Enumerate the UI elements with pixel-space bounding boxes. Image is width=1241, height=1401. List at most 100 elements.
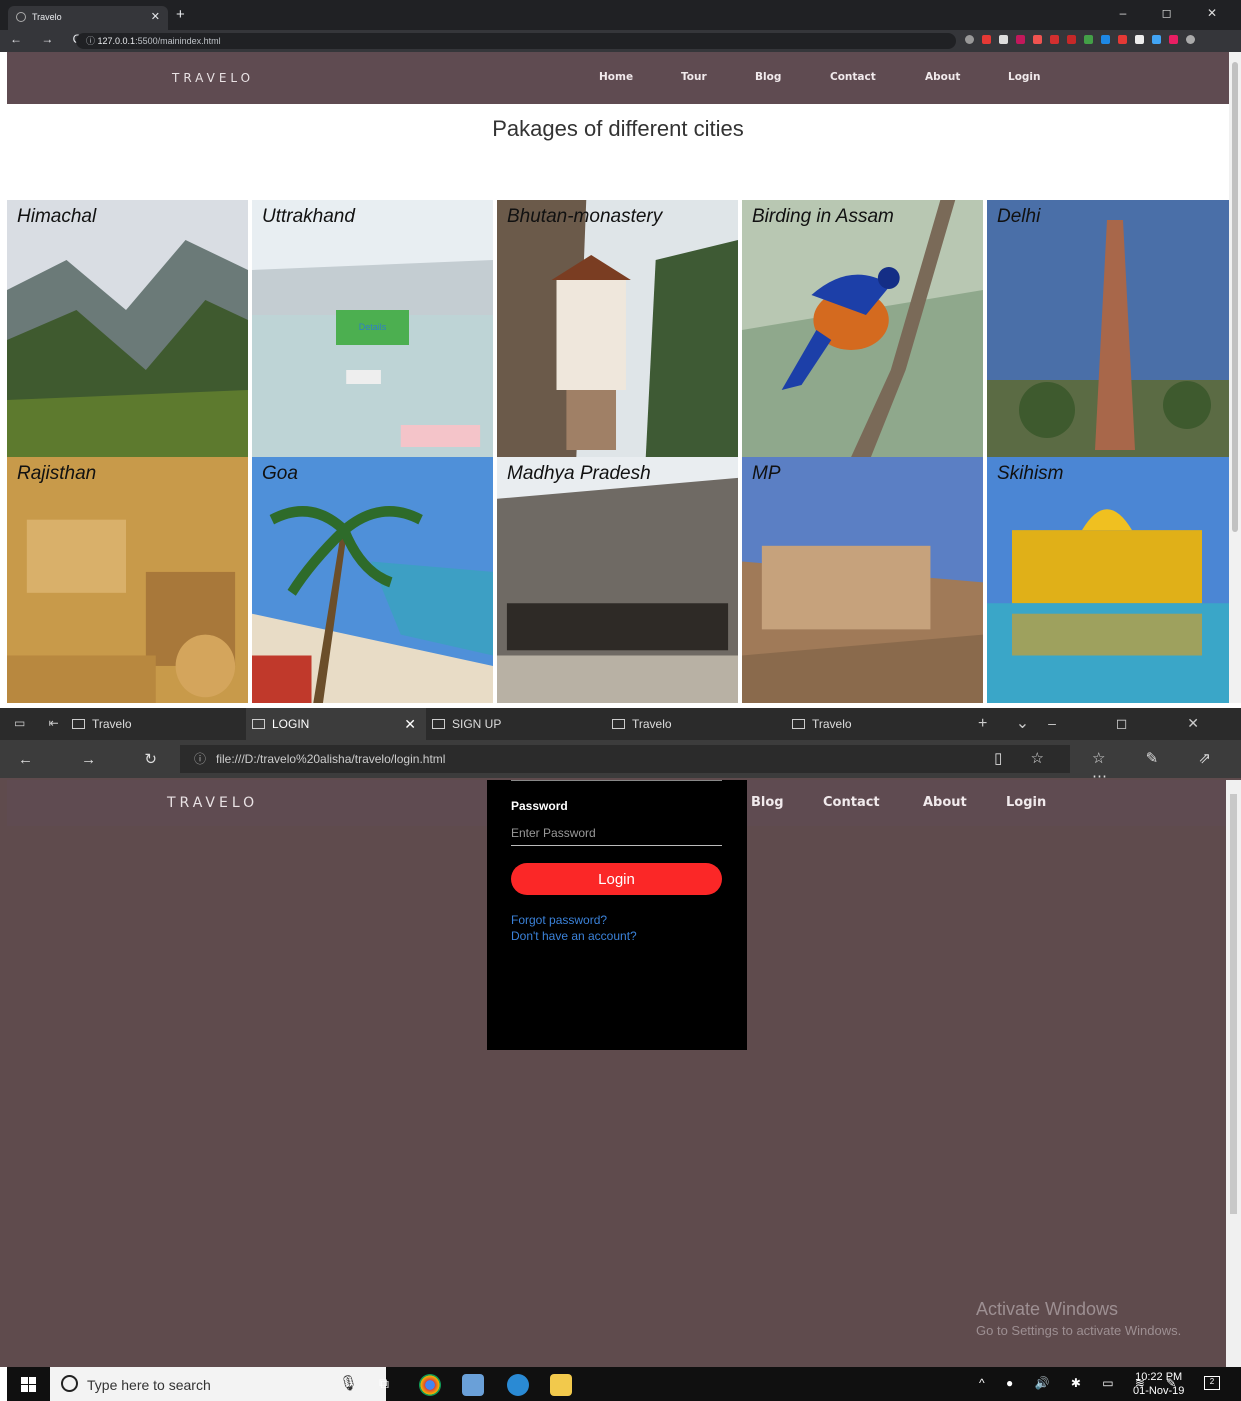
extension-icon[interactable] (1016, 35, 1025, 44)
edge-tab[interactable]: Travelo (786, 708, 966, 740)
window-controls[interactable]: – ◻ ✕ (1120, 6, 1233, 20)
notification-icon[interactable]: 2 (1204, 1376, 1220, 1390)
extension-icon[interactable] (1050, 35, 1059, 44)
city-card-goa[interactable]: Goa (252, 457, 495, 703)
packages-heading: Pakages of different cities (492, 116, 744, 141)
city-label: Madhya Pradesh (507, 463, 651, 484)
site-logo[interactable]: TRAVELO (172, 71, 254, 85)
scrollbar-thumb[interactable] (1230, 794, 1237, 1214)
windows-taskbar: Type here to search 🎙 ⧉ ^ ● 🔊 ✱ ▭ ≋ ✎ 10… (7, 1367, 1241, 1401)
city-label: Uttrakhand (262, 206, 355, 227)
city-card-mp[interactable]: MP (742, 457, 985, 703)
nav-contact[interactable]: Contact (823, 795, 880, 810)
city-card-skihism[interactable]: Skihism (987, 457, 1229, 703)
file-explorer-icon[interactable] (550, 1374, 572, 1396)
nav-login[interactable]: Login (1006, 795, 1046, 810)
edge-tab[interactable]: Travelo (606, 708, 786, 740)
edge-window: ▭ ⇤ Travelo LOGIN ✕ SIGN UP Travelo Trave… (0, 708, 1241, 1367)
windows-start-icon[interactable] (21, 1377, 37, 1392)
city-label: Goa (262, 463, 298, 484)
taskbar-clock[interactable]: 10:22 PM 01-Nov-19 (1133, 1370, 1184, 1398)
nav-about[interactable]: About (923, 795, 967, 810)
city-card-himachal[interactable]: Himachal (7, 200, 250, 457)
window-controls[interactable]: – ◻ ✕ (1048, 715, 1227, 732)
bird-image (742, 200, 983, 457)
city-card-uttrakhand[interactable]: Uttrakhand Details (252, 200, 495, 457)
signup-link[interactable]: Don't have an account? (511, 929, 637, 943)
nav-home[interactable]: Home (599, 71, 633, 83)
taskbar-search[interactable]: Type here to search 🎙 (50, 1367, 386, 1401)
beach-image (252, 457, 493, 703)
extension-icon[interactable] (1084, 35, 1093, 44)
extension-icon[interactable] (1152, 35, 1161, 44)
extension-icon[interactable] (1101, 35, 1110, 44)
extension-icon[interactable] (1169, 35, 1178, 44)
edge-taskbar-icon[interactable] (507, 1374, 529, 1396)
password-field[interactable] (511, 820, 722, 846)
task-view-icon[interactable]: ⧉ (379, 1375, 389, 1392)
close-tab-icon[interactable]: ✕ (151, 6, 160, 28)
city-card-bhutan[interactable]: Bhutan-monastery (497, 200, 740, 457)
edge-tab-active[interactable]: LOGIN ✕ (246, 708, 426, 740)
chrome-tab[interactable]: Travelo ✕ (8, 6, 168, 30)
nav-tour[interactable]: Tour (681, 71, 707, 83)
forgot-password-link[interactable]: Forgot password? (511, 913, 607, 927)
fort-image (7, 457, 248, 703)
city-label: Rajisthan (17, 463, 97, 484)
microphone-icon[interactable]: 🎙 (339, 1374, 358, 1392)
cortana-icon (61, 1375, 78, 1392)
page-icon (792, 719, 805, 729)
nav-contact[interactable]: Contact (830, 71, 876, 83)
chrome-scrollbar[interactable] (1229, 52, 1241, 703)
password-label: Password (511, 799, 568, 813)
edge-scrollbar[interactable] (1226, 780, 1241, 1367)
chrome-taskbar-icon[interactable] (419, 1374, 441, 1396)
site-logo[interactable]: TRAVELO (167, 795, 258, 811)
star-icon[interactable] (965, 35, 974, 44)
page-icon (432, 719, 445, 729)
tab-actions-icons[interactable]: ▭ ⇤ (14, 716, 69, 730)
scrollbar-thumb[interactable] (1232, 62, 1238, 532)
nav-about[interactable]: About (925, 71, 960, 83)
city-card-assam[interactable]: Birding in Assam (742, 200, 985, 457)
url-path: :5500/mainindex.html (135, 36, 221, 46)
edge-tab-strip: ▭ ⇤ Travelo LOGIN ✕ SIGN UP Travelo Trave… (0, 708, 1241, 740)
extension-icon[interactable] (1118, 35, 1127, 44)
address-bar[interactable]: ⓘ file:///D:/travelo%20alisha/travelo/lo… (180, 745, 1070, 773)
caves-image (497, 457, 738, 703)
extension-icon[interactable] (1135, 35, 1144, 44)
city-card-rajisthan[interactable]: Rajisthan (7, 457, 250, 703)
edge-tab-label: SIGN UP (452, 717, 502, 731)
nav-blog[interactable]: Blog (751, 795, 784, 810)
app-taskbar-icon[interactable] (462, 1374, 484, 1396)
details-button[interactable]: Details (336, 310, 409, 345)
profile-icon[interactable] (1186, 35, 1195, 44)
edge-tab[interactable]: Travelo (66, 708, 246, 740)
edge-toolbar: ← → ↻ ⌂ ⓘ file:///D:/travelo%20alisha/tr… (0, 740, 1241, 785)
page-icon (612, 719, 625, 729)
login-button[interactable]: Login (511, 863, 722, 895)
divider (511, 780, 722, 781)
page-icon (72, 719, 85, 729)
clock-time: 10:22 PM (1135, 1371, 1183, 1383)
extension-icon[interactable] (1033, 35, 1042, 44)
close-tab-icon[interactable]: ✕ (404, 708, 416, 740)
city-card-delhi[interactable]: Delhi (987, 200, 1229, 457)
edge-tab-label: Travelo (812, 717, 852, 731)
address-bar[interactable]: ⓘ 127.0.0.1:5500/mainindex.html (76, 33, 956, 49)
nav-blog[interactable]: Blog (755, 71, 781, 83)
new-tab-controls[interactable]: + ⌄ (978, 713, 1041, 733)
city-label: Delhi (997, 206, 1041, 227)
new-tab-button[interactable]: + (176, 6, 185, 24)
edge-tab[interactable]: SIGN UP (426, 708, 606, 740)
extension-icon[interactable] (1067, 35, 1076, 44)
nav-login[interactable]: Login (1008, 71, 1041, 83)
edge-tab-label: LOGIN (272, 717, 310, 731)
chrome-toolbar: ← → C ⓘ 127.0.0.1:5500/mainindex.html (0, 30, 1241, 52)
city-card-madhya-pradesh[interactable]: Madhya Pradesh (497, 457, 740, 703)
reading-favorite-icons[interactable]: ▯ ☆ (994, 745, 1056, 773)
mountain-image (7, 200, 248, 457)
extension-icon[interactable] (999, 35, 1008, 44)
extension-icon[interactable] (982, 35, 991, 44)
address-url: file:///D:/travelo%20alisha/travelo/logi… (216, 752, 446, 766)
